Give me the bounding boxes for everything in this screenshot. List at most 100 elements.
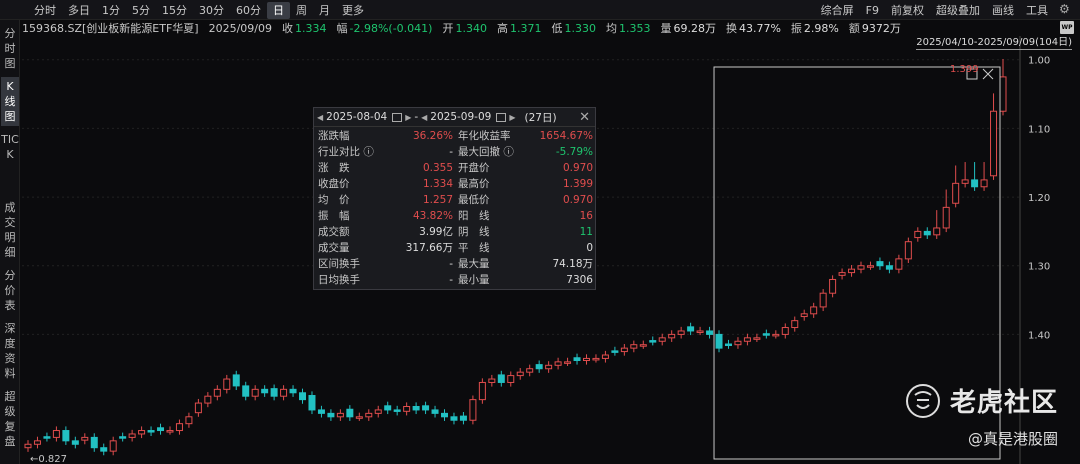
candle-body [336,412,344,418]
stats-k2: 最低价 [458,194,490,206]
candle-body [601,354,609,359]
period-4[interactable]: 15分 [156,2,193,19]
stats-k2: 最大量 [458,258,490,270]
calendar-icon[interactable] [496,112,507,122]
candle-body [715,333,723,349]
stats-row: 均 价 1.257 最低价 0.970 [314,192,597,208]
wp-icon[interactable]: WP [1060,21,1074,34]
period-5[interactable]: 30分 [193,2,230,19]
candle-body [71,440,79,445]
candle-body [24,443,32,449]
period-7[interactable]: 日 [267,2,290,19]
y-tick-label: 1.10 [1028,124,1050,135]
stats-v2: 0.970 [562,162,593,174]
candle-body [90,436,98,449]
period-1[interactable]: 多日 [62,2,96,19]
stats-k1: 日均换手 [318,274,360,286]
tool-3[interactable]: 超级叠加 [930,2,986,19]
candle-body [431,409,439,414]
change-label: 幅 [336,22,348,35]
stats-k1: 区间换手 [318,258,360,270]
tool-menu: 综合屏 F9 前复权 超级叠加 画线 工具 [815,2,1054,19]
turnover-label: 换 [725,22,737,35]
candle-body [573,357,581,361]
candle-body [800,313,808,318]
candle-body [213,388,221,397]
candle-body [62,430,70,442]
high-value: 1.371 [509,22,542,35]
tool-0[interactable]: 综合屏 [815,2,860,19]
candle-body [280,388,288,397]
candle-body [829,278,837,294]
next-arrow-icon[interactable]: ▶ [405,113,411,122]
period-0[interactable]: 分时 [28,2,62,19]
candle-body [554,361,562,366]
period-8[interactable]: 周 [290,2,313,19]
amplitude-label: 振 [790,22,802,35]
candle-body [611,350,619,353]
watermark-brand: 老虎社区 [949,388,1058,418]
side-tab-3[interactable]: 成交明细 [1,198,19,262]
candle-body [706,330,714,335]
candle-body [317,409,325,414]
candle-body [942,206,950,229]
candle-body [526,368,534,373]
period-9[interactable]: 月 [313,2,336,19]
candle-body [478,381,486,401]
side-tab-6[interactable]: 超级复盘 [1,387,19,451]
stats-k1: 成交量 [318,242,350,254]
period-2[interactable]: 1分 [96,2,126,19]
tool-5[interactable]: 工具 [1020,2,1054,19]
side-tab-1[interactable]: K线图 [1,77,19,126]
stats-v1: 1.334 [422,178,453,190]
prev-arrow-icon[interactable]: ◀ [421,113,427,122]
period-6[interactable]: 60分 [230,2,267,19]
volume-value: 69.28万 [673,22,716,35]
prev-arrow-icon[interactable]: ◀ [317,113,323,122]
candle-body [43,436,51,439]
tool-2[interactable]: 前复权 [885,2,930,19]
tool-4[interactable]: 画线 [986,2,1020,19]
stats-k2: 阳 线 [458,210,490,222]
stats-k1: 均 价 [318,194,350,206]
y-tick-label: 1.40 [1028,330,1050,341]
candle-body [743,337,751,342]
period-3[interactable]: 5分 [126,2,156,19]
candle-body [223,378,231,390]
y-tick-label: 1.30 [1028,262,1050,273]
to-date[interactable]: 2025-09-09 [430,111,491,123]
quote-date: 2025/09/09 [208,21,272,35]
period-10[interactable]: 更多 [336,2,370,19]
stats-k2: 平 线 [458,242,490,254]
from-date[interactable]: 2025-08-04 [326,111,387,123]
tool-1[interactable]: F9 [860,2,885,19]
candle-body [668,333,676,339]
candle-body [999,76,1007,112]
date-range-label[interactable]: 2025/04/10-2025/09/09(104日) [916,37,1072,50]
close-icon[interactable]: ✕ [579,110,590,125]
candle-body [516,371,524,377]
calendar-icon[interactable] [392,112,403,122]
candle-body [592,357,600,361]
candle-body [157,427,165,432]
next-arrow-icon[interactable]: ▶ [509,113,515,122]
side-tab-2[interactable]: TICK [1,130,19,194]
low-value: 1.330 [564,22,596,35]
candle-body [961,179,969,184]
box-close-icon [982,68,994,80]
candle-body [885,265,893,270]
tiger-logo-icon [905,383,940,418]
candle-body [630,344,638,349]
side-tab-4[interactable]: 分价表 [1,266,19,315]
stats-v2: 0 [586,242,593,254]
candle-body [639,344,647,347]
stats-k2: 阴 线 [458,226,490,238]
candle-body [469,399,477,421]
side-tab-5[interactable]: 深度资料 [1,319,19,383]
candle-body [810,306,818,315]
stats-row: 振 幅 43.82% 阳 线 16 [314,208,597,224]
candle-body [564,361,572,364]
side-tab-0[interactable]: 分时图 [1,24,19,73]
stats-k2: 最高价 [458,178,490,190]
settings-gear-icon[interactable]: ⚙ [1059,3,1072,16]
